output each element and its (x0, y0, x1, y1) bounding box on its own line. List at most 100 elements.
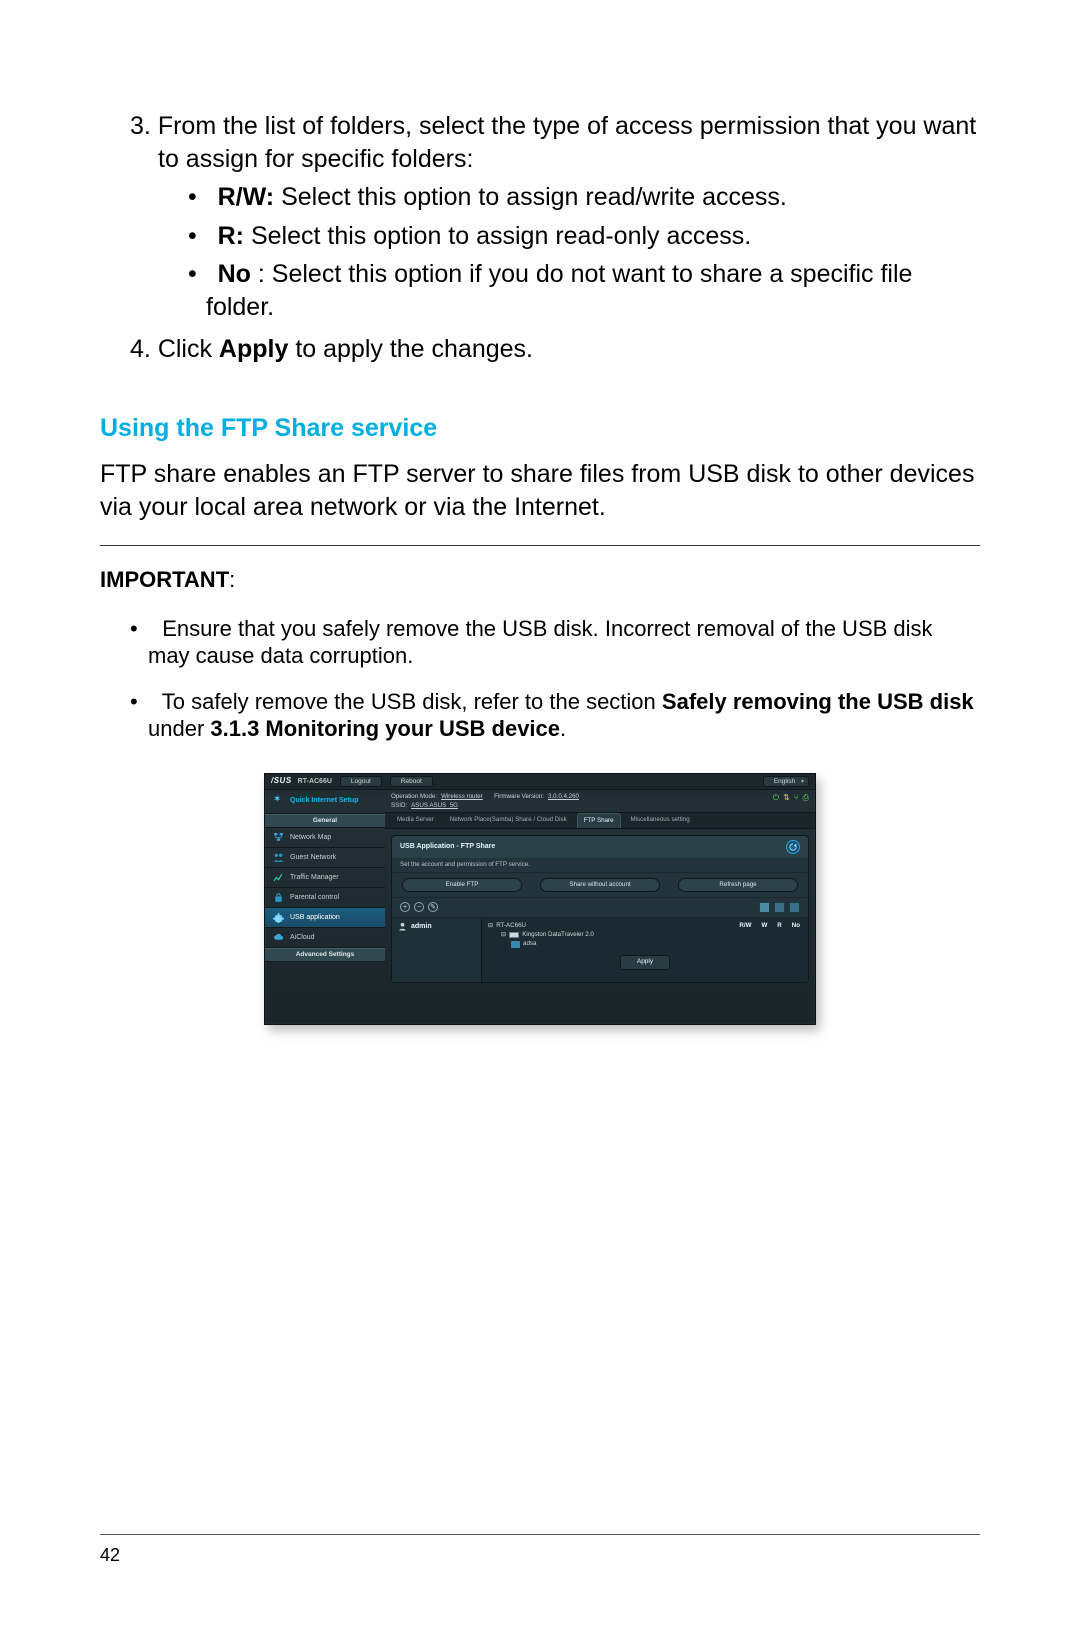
quick-internet-setup[interactable]: Quick Internet Setup (265, 790, 385, 814)
important-item-2: • To safely remove the USB disk, refer t… (130, 688, 980, 743)
router-info-bar: Operation Mode: Wireless router Firmware… (385, 790, 815, 813)
nav-network-map-label: Network Map (290, 833, 331, 842)
user-icon (398, 922, 407, 931)
router-model: RT-AC66U (298, 777, 332, 786)
section-advanced-label: Advanced Settings (265, 948, 385, 962)
minus-icon: ⊟ (501, 931, 506, 939)
panel-title-text: USB Application - FTP Share (400, 842, 495, 851)
rw-label: R/W: (218, 183, 274, 211)
tree-folder[interactable]: adsa (488, 940, 802, 948)
network-map-icon (273, 832, 284, 843)
panel-subtitle: Set the account and permission of FTP se… (392, 858, 808, 873)
important-block: IMPORTANT: • Ensure that you safely remo… (100, 566, 980, 743)
important-list: • Ensure that you safely remove the USB … (100, 615, 980, 743)
apply-button[interactable]: Apply (620, 955, 670, 969)
sub-item-no: • No : Select this option if you do not … (188, 258, 980, 323)
refresh-circle-icon[interactable] (786, 840, 800, 854)
language-label: English (774, 778, 795, 785)
router-titlebar: /SUS RT-AC66U Logout Reboot English ▾ (265, 774, 815, 790)
chevron-down-icon: ▾ (801, 779, 804, 785)
qis-label: Quick Internet Setup (290, 797, 358, 804)
ftp-panel: USB Application - FTP Share Set the acco… (391, 835, 809, 983)
important-2-b2: 3.1.3 Monitoring your USB device (210, 716, 560, 741)
important-label: IMPORTANT: (100, 566, 980, 595)
r-desc: Select this option to assign read-only a… (251, 222, 751, 250)
nav-parental-control[interactable]: Parental control (265, 888, 385, 908)
language-select[interactable]: English ▾ (763, 776, 809, 787)
drive-icon (509, 932, 519, 938)
numbered-list: 3. From the list of folders, select the … (100, 110, 980, 366)
list-item-3-text: From the list of folders, select the typ… (158, 112, 976, 173)
nav-traffic-manager[interactable]: Traffic Manager (265, 868, 385, 888)
tab-samba-share[interactable]: Network Place(Samba) Share / Cloud Disk (444, 813, 573, 828)
bullet-icon: • (130, 616, 138, 641)
folder-icon[interactable] (774, 902, 785, 913)
bullet-icon: • (188, 260, 197, 288)
important-bold: IMPORTANT (100, 567, 229, 592)
remove-icon[interactable]: − (414, 902, 424, 912)
opmode-value[interactable]: Wireless router (441, 793, 483, 801)
nav-parental-label: Parental control (290, 893, 339, 902)
opmode-label: Operation Mode: (391, 793, 437, 801)
fw-label: Firmware Version: (494, 793, 544, 801)
tree-drive[interactable]: ⊟ Kingston DataTraveler 2.0 (488, 931, 802, 939)
asus-logo: /SUS (271, 776, 292, 786)
important-2-pre: To safely remove the USB disk, refer to … (162, 689, 662, 714)
tab-ftp-share[interactable]: FTP Share (577, 813, 621, 828)
perm-headers: R/W W R No (739, 922, 800, 930)
enable-ftp-button[interactable]: Enable FTP (402, 878, 522, 892)
share-without-account-button[interactable]: Share without account (540, 878, 660, 892)
separator-top (100, 545, 980, 546)
guest-icon (273, 852, 284, 863)
important-colon: : (229, 567, 235, 592)
nav-usb-application[interactable]: USB application (265, 908, 385, 928)
panel-button-row: Enable FTP Share without account Refresh… (392, 873, 808, 898)
user-column[interactable]: admin (392, 918, 482, 982)
signal-icon: ⇅ (783, 793, 790, 803)
cloud-icon (273, 932, 284, 943)
refresh-page-button[interactable]: Refresh page (678, 878, 798, 892)
minus-icon: ⊟ (488, 922, 493, 930)
folder-icon[interactable] (789, 902, 800, 913)
list-item-3: 3. From the list of folders, select the … (130, 110, 980, 323)
tree-column: R/W W R No ⊟ RT-AC66U ⊟ (482, 918, 808, 982)
tab-misc[interactable]: Miscellaneous setting (625, 813, 696, 828)
router-tabs: Media Server Network Place(Samba) Share … (385, 813, 815, 829)
item4-apply-bold: Apply (219, 335, 288, 363)
bullet-icon: • (130, 689, 138, 714)
folder-icon[interactable] (759, 902, 770, 913)
printer-icon: ⎙ (803, 793, 809, 803)
power-icon: ⏻ (773, 793, 779, 803)
nav-guest-network[interactable]: Guest Network (265, 848, 385, 868)
important-2-post: . (560, 716, 566, 741)
router-screenshot: /SUS RT-AC66U Logout Reboot English ▾ Qu… (264, 773, 816, 1025)
important-item-1: • Ensure that you safely remove the USB … (130, 615, 980, 670)
item4-post: to apply the changes. (288, 335, 533, 363)
tab-media-server[interactable]: Media Server (391, 813, 440, 828)
col-w: W (761, 922, 767, 930)
panel-toolbar: + − ✎ (392, 898, 808, 918)
col-r: R (777, 922, 781, 930)
sub-item-r: • R: Select this option to assign read-o… (188, 220, 980, 253)
page-number: 42 (100, 1544, 120, 1567)
fw-value[interactable]: 3.0.0.4.260 (548, 793, 579, 801)
add-icon[interactable]: + (400, 902, 410, 912)
wand-icon (273, 795, 285, 807)
list-number-3: 3. (130, 112, 151, 140)
nav-aicloud-label: AiCloud (290, 933, 315, 942)
no-desc: : Select this option if you do not want … (206, 260, 912, 321)
important-1-text: Ensure that you safely remove the USB di… (148, 616, 933, 669)
logout-button[interactable]: Logout (340, 776, 382, 787)
sub-bullet-list: • R/W: Select this option to assign read… (158, 181, 980, 323)
nav-guest-label: Guest Network (290, 853, 336, 862)
list-number-4: 4. (130, 335, 151, 363)
nav-network-map[interactable]: Network Map (265, 828, 385, 848)
col-rw: R/W (739, 922, 751, 930)
edit-icon[interactable]: ✎ (428, 902, 438, 912)
nav-aicloud[interactable]: AiCloud (265, 928, 385, 948)
nav-usb-label: USB application (290, 913, 340, 922)
ftp-description-paragraph: FTP share enables an FTP server to share… (100, 458, 980, 523)
reboot-button[interactable]: Reboot (390, 776, 433, 787)
item4-pre: Click (158, 335, 219, 363)
bullet-icon: • (188, 183, 197, 211)
